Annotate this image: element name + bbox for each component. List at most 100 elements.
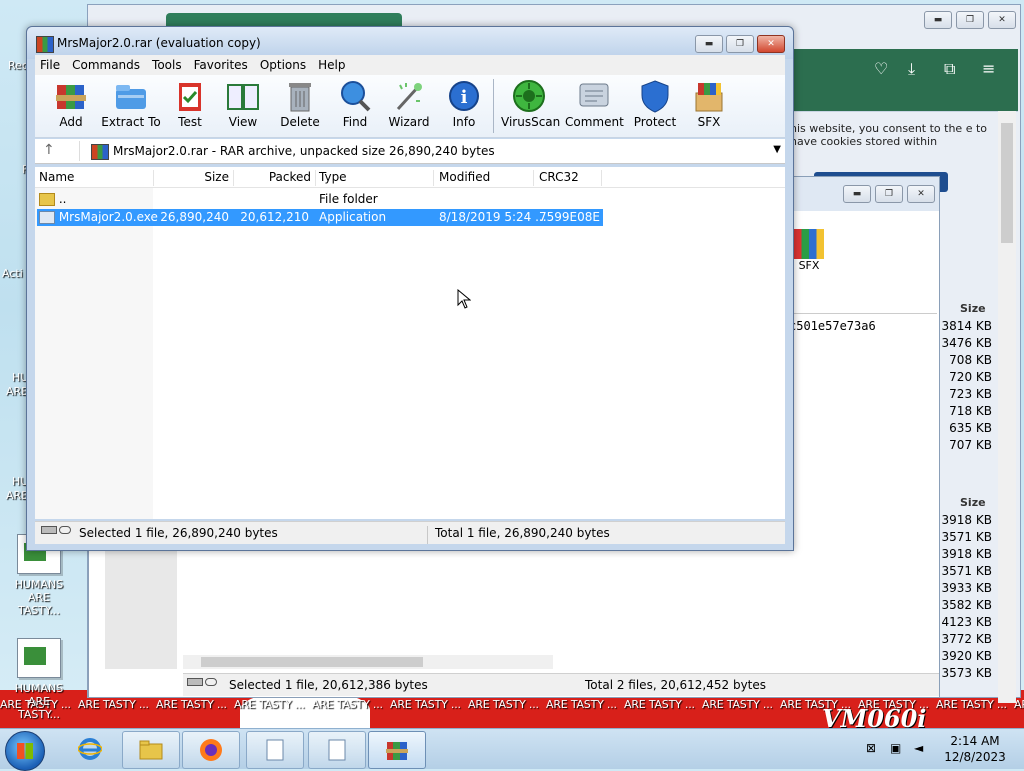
wizard-button[interactable]: Wizard — [385, 79, 433, 129]
comment-button[interactable]: Comment — [565, 79, 624, 129]
folder-icon — [139, 740, 163, 760]
scrollbar-thumb[interactable] — [1001, 123, 1013, 243]
protect-button[interactable]: Protect — [633, 79, 677, 129]
maximize-button[interactable]: ❐ — [726, 35, 754, 53]
extensions-icon[interactable]: ⧉ — [944, 59, 955, 79]
row-type: Application — [319, 210, 387, 224]
taskbar-firefox[interactable] — [182, 731, 240, 769]
info-button[interactable]: i Info — [447, 79, 481, 129]
folder-tree-pane[interactable] — [105, 549, 177, 669]
status-selected: Selected 1 file, 20,612,386 bytes — [229, 678, 428, 692]
find-button[interactable]: Find — [335, 79, 375, 129]
menu-tools[interactable]: Tools — [147, 55, 187, 75]
column-name[interactable]: Name — [39, 170, 154, 186]
menu-bar: File Commands Tools Favorites Options Help — [35, 55, 785, 75]
column-packed[interactable]: Packed — [235, 170, 316, 186]
wizard-label: Wizard — [388, 115, 430, 129]
sfx-button-main[interactable]: SFX — [691, 79, 727, 129]
delete-button[interactable]: Delete — [277, 79, 323, 129]
minimize-button[interactable]: ▬ — [695, 35, 723, 53]
info-icon: i — [447, 79, 481, 113]
status-divider — [427, 526, 428, 544]
test-label: Test — [178, 115, 202, 129]
chevron-down-icon[interactable]: ▼ — [773, 144, 781, 155]
close-button[interactable]: ✕ — [907, 185, 935, 203]
desktop-icon-label: HUMANS ARE TASTY... — [14, 578, 64, 617]
winrar-app-icon[interactable] — [36, 36, 54, 53]
close-button[interactable]: ✕ — [757, 35, 785, 53]
taskbar-internet-explorer[interactable] — [62, 731, 118, 767]
row-type: File folder — [319, 192, 378, 206]
add-icon — [54, 79, 88, 113]
row-name: .. — [39, 191, 66, 208]
row-name: MrsMajor2.0.exe — [39, 209, 158, 226]
taskbar-document-2[interactable] — [308, 731, 366, 769]
downloads-icon[interactable]: ⤓ — [908, 59, 915, 79]
column-header-row: Name Size Packed Type Modified CRC32 — [35, 167, 785, 188]
maximize-button[interactable]: ❐ — [956, 11, 984, 29]
test-button[interactable]: Test — [169, 79, 211, 129]
maximize-button[interactable]: ❐ — [875, 185, 903, 203]
desktop-label-acti[interactable]: Acti — [2, 267, 23, 280]
system-clock[interactable]: 2:14 AM 12/8/2023 — [940, 733, 1010, 765]
menu-commands[interactable]: Commands — [67, 55, 145, 75]
scrollbar-thumb[interactable] — [201, 657, 423, 667]
taskbar-file-explorer[interactable] — [122, 731, 180, 769]
volume-muted-icon[interactable]: ◄ — [914, 741, 923, 755]
virusscan-button[interactable]: VirusScan — [501, 79, 560, 129]
status-selected: Selected 1 file, 26,890,240 bytes — [79, 526, 278, 540]
drive-icon[interactable] — [41, 526, 71, 534]
desktop-label-are2[interactable]: ARE — [6, 489, 28, 502]
drive-icon — [187, 678, 217, 686]
size-column-header[interactable]: Size — [960, 302, 986, 315]
table-row[interactable]: .. File folder — [35, 191, 603, 208]
view-label: View — [228, 115, 258, 129]
table-row[interactable]: MrsMajor2.0.exe 26,890,240 20,612,210 Ap… — [37, 209, 603, 226]
sfx-button[interactable]: SFX — [789, 229, 829, 272]
column-modified[interactable]: Modified — [439, 170, 534, 186]
desktop-label-are1[interactable]: ARE — [6, 385, 28, 398]
winrar-window[interactable]: MrsMajor2.0.rar (evaluation copy) ▬ ❐ ✕ … — [26, 26, 794, 551]
background-address-bar[interactable] — [789, 293, 937, 314]
desktop-icon-label: HUMANS ARE TASTY... — [14, 682, 64, 721]
blank-document-icon — [328, 739, 346, 761]
column-size[interactable]: Size — [155, 170, 234, 186]
address-bar[interactable]: ↑ MrsMajor2.0.rar - RAR archive, unpacke… — [35, 139, 785, 164]
row-packed: 20,612,210 — [240, 210, 309, 224]
menu-icon[interactable]: ≡ — [982, 59, 995, 78]
comment-label: Comment — [565, 115, 624, 129]
pocket-icon[interactable]: ♡ — [874, 59, 888, 78]
add-label: Add — [59, 115, 83, 129]
find-icon — [338, 79, 372, 113]
rar-archive-icon — [91, 144, 109, 160]
menu-favorites[interactable]: Favorites — [189, 55, 253, 75]
menu-help[interactable]: Help — [313, 55, 350, 75]
up-arrow-icon[interactable]: ↑ — [43, 142, 55, 158]
add-button[interactable]: Add — [49, 79, 93, 129]
wizard-icon — [392, 79, 426, 113]
taskbar-winrar[interactable] — [368, 731, 426, 769]
browser-scrollbar[interactable] — [998, 111, 1016, 703]
menu-file[interactable]: File — [35, 55, 65, 75]
minimize-button[interactable]: ▬ — [924, 11, 952, 29]
size-column-header-2[interactable]: Size — [960, 496, 986, 509]
desktop-label-recycle[interactable]: Rec — [8, 59, 28, 72]
minimize-button[interactable]: ▬ — [843, 185, 871, 203]
close-button[interactable]: ✕ — [988, 11, 1016, 29]
file-list[interactable]: Name Size Packed Type Modified CRC32 .. … — [35, 167, 785, 519]
network-error-icon[interactable]: ⊠ — [866, 741, 876, 755]
desktop-icon-humans-2[interactable]: HUMANS ARE TASTY... — [8, 638, 70, 721]
column-type[interactable]: Type — [319, 170, 434, 186]
display-icon[interactable]: ▣ — [890, 741, 901, 755]
menu-options[interactable]: Options — [255, 55, 311, 75]
main-toolbar: Add Extract To Test View Delete Find Wiz… — [35, 75, 785, 138]
horizontal-scrollbar[interactable] — [183, 655, 553, 669]
column-crc32[interactable]: CRC32 — [539, 170, 602, 186]
taskbar-document-1[interactable] — [246, 731, 304, 769]
start-button[interactable] — [5, 731, 45, 771]
extract-icon — [114, 79, 148, 113]
clock-time: 2:14 AM — [950, 734, 1000, 748]
delete-icon — [283, 79, 317, 113]
view-button[interactable]: View — [221, 79, 265, 129]
extract-to-button[interactable]: Extract To — [99, 79, 163, 129]
